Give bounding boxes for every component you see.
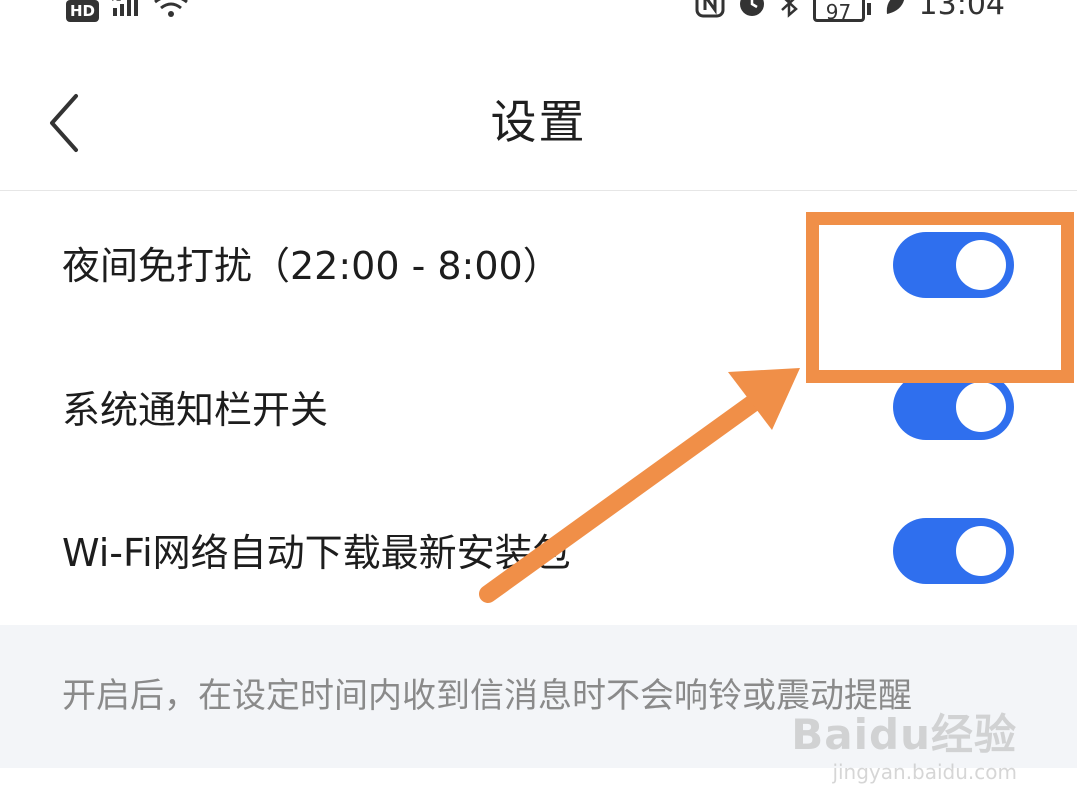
status-bar-left: HD 4G <box>66 0 189 22</box>
battery-icon: 97 <box>812 0 871 24</box>
status-bar: HD 4G <box>0 0 1077 30</box>
toggle-knob <box>956 240 1006 290</box>
description-section: 开启后，在设定时间内收到信消息时不会响铃或震动提醒 <box>0 625 1077 768</box>
signal-icon: 4G <box>109 0 143 22</box>
description-text: 开启后，在设定时间内收到信消息时不会响铃或震动提醒 <box>62 676 912 716</box>
toggle-knob <box>956 382 1006 432</box>
bluetooth-icon <box>779 0 801 22</box>
header-divider <box>0 190 1077 191</box>
svg-text:4G: 4G <box>109 0 122 4</box>
toggle-notification-bar[interactable] <box>893 374 1014 440</box>
setting-row-wifi-download: Wi-Fi网络自动下载最新安装包 <box>0 482 1077 624</box>
toggle-night-dnd[interactable] <box>893 232 1014 298</box>
hd-badge: HD <box>66 0 100 22</box>
setting-label-night-dnd: 夜间免打扰（22:00 - 8:00） <box>62 244 561 288</box>
setting-row-night-dnd: 夜间免打扰（22:00 - 8:00） <box>0 195 1077 337</box>
leaf-icon <box>883 0 907 22</box>
setting-label-notification-bar: 系统通知栏开关 <box>62 388 329 432</box>
toggle-knob <box>956 526 1006 576</box>
header: 设置 <box>0 60 1077 190</box>
battery-level: 97 <box>812 0 865 24</box>
status-time: 13:04 <box>918 0 1005 22</box>
status-bar-right: 97 13:04 <box>695 0 1005 24</box>
setting-label-wifi-download: Wi-Fi网络自动下载最新安装包 <box>62 531 571 575</box>
wifi-icon <box>153 0 189 22</box>
page-title: 设置 <box>490 95 587 149</box>
nfc-icon <box>695 0 725 22</box>
alarm-icon <box>737 0 767 22</box>
toggle-wifi-download[interactable] <box>893 518 1014 584</box>
setting-row-notification-bar: 系统通知栏开关 <box>0 337 1077 479</box>
